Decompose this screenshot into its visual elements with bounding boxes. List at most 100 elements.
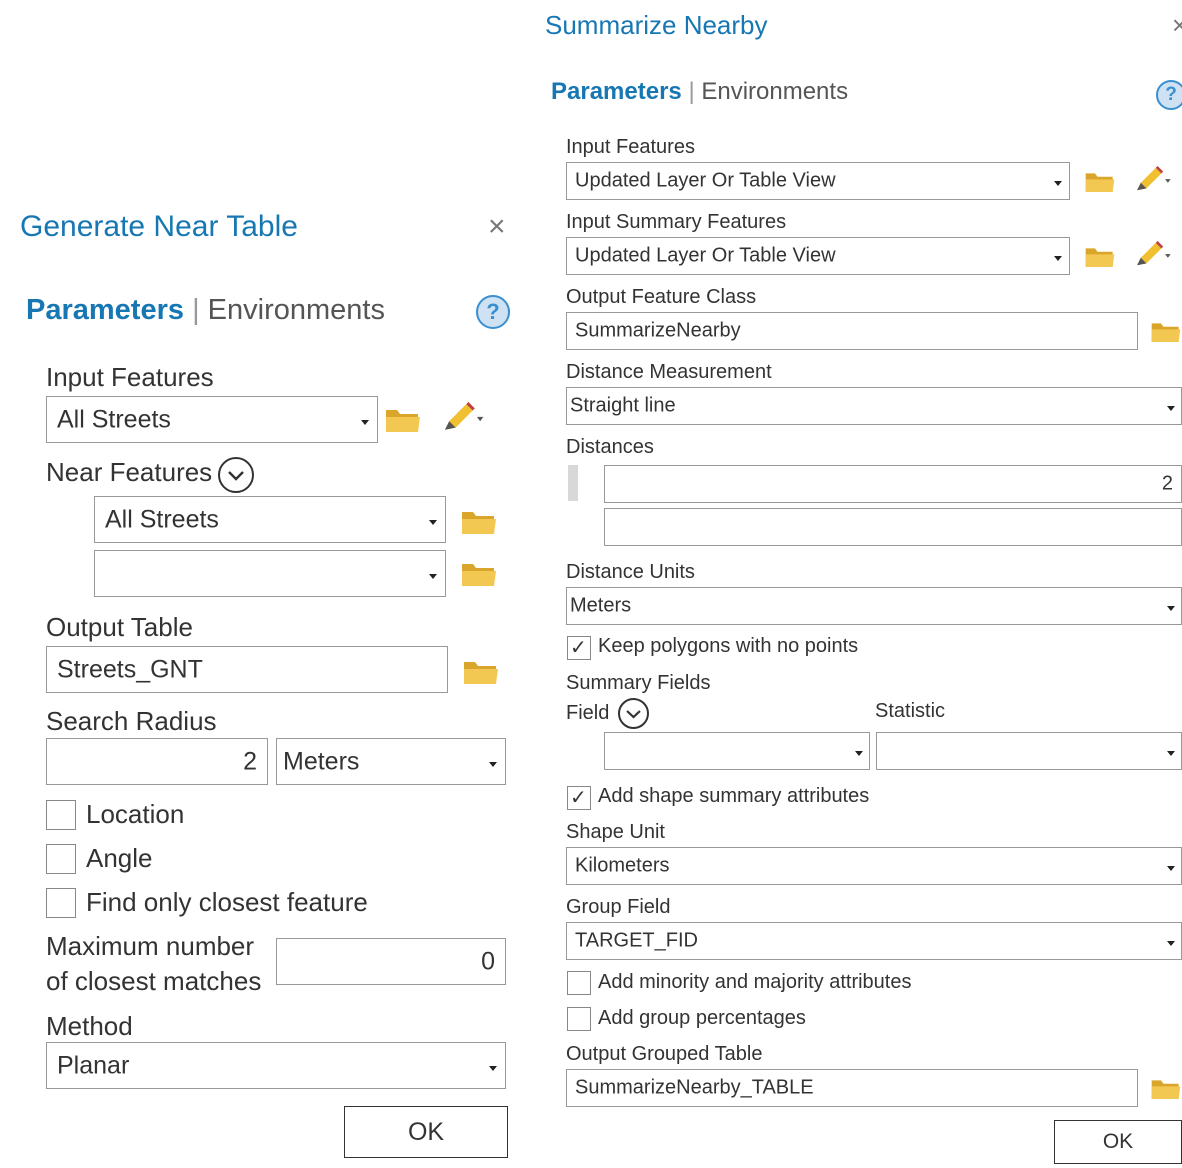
group-field-label: Group Field [566, 896, 671, 918]
output-feature-class-value: SummarizeNearby [575, 319, 741, 342]
distance-measurement-value: Straight line [570, 394, 676, 417]
folder-icon[interactable] [460, 506, 498, 536]
panel-title: Summarize Nearby [545, 10, 768, 40]
search-radius-input[interactable]: 2 [46, 738, 268, 785]
tab-parameters[interactable]: Parameters [26, 294, 184, 326]
tab-separator: | [192, 294, 208, 326]
check-icon: ✓ [570, 637, 587, 659]
shape-unit-dropdown[interactable]: Kilometers [566, 847, 1182, 885]
distance-units-label: Distance Units [566, 561, 695, 583]
input-features-label: Input Features [46, 362, 214, 392]
shape-summary-checkbox[interactable]: ✓ [567, 786, 591, 810]
method-label: Method [46, 1011, 133, 1041]
chevron-down-icon [489, 761, 497, 767]
angle-checkbox[interactable] [46, 844, 76, 874]
search-radius-unit-dropdown[interactable]: Meters [276, 738, 506, 785]
near-features-row-2[interactable] [94, 550, 446, 597]
shape-unit-value: Kilometers [575, 854, 670, 877]
chevron-down-icon [489, 1065, 497, 1071]
chevron-down-icon [1167, 606, 1175, 611]
search-radius-label: Search Radius [46, 706, 217, 736]
distance-row-2[interactable] [604, 508, 1182, 546]
folder-icon[interactable] [1150, 1075, 1182, 1101]
panel-title: Generate Near Table [20, 210, 298, 243]
folder-icon[interactable] [1084, 243, 1116, 269]
group-percentages-label: Add group percentages [598, 1007, 806, 1029]
input-features-dropdown[interactable]: All Streets [46, 396, 378, 443]
distance-measurement-dropdown[interactable]: Straight line [566, 387, 1182, 425]
tab-parameters[interactable]: Parameters [551, 78, 682, 105]
field-dropdown[interactable] [604, 732, 870, 770]
ok-button[interactable]: OK [1054, 1120, 1182, 1164]
angle-label: Angle [86, 843, 153, 873]
location-checkbox[interactable] [46, 800, 76, 830]
chevron-down-icon [1054, 256, 1062, 261]
tab-bar: Parameters | Environments [26, 294, 385, 327]
group-percentages-checkbox[interactable] [567, 1007, 591, 1031]
chevron-down-icon [1167, 941, 1175, 946]
close-icon[interactable]: × [1172, 10, 1182, 41]
folder-icon[interactable] [460, 558, 498, 588]
expand-icon[interactable] [618, 698, 649, 729]
output-feature-class-input[interactable]: SummarizeNearby [566, 312, 1138, 350]
max-matches-label-2: of closest matches [46, 966, 262, 996]
input-features-value: All Streets [57, 405, 171, 433]
generate-near-table-panel: Generate Near Table × Parameters | Envir… [10, 206, 520, 1168]
output-grouped-table-input[interactable]: SummarizeNearby_TABLE [566, 1069, 1138, 1107]
output-table-input[interactable]: Streets_GNT [46, 646, 448, 693]
distance-units-value: Meters [570, 594, 632, 617]
pencil-icon[interactable] [1132, 241, 1172, 269]
input-features-dropdown[interactable]: Updated Layer Or Table View [566, 162, 1070, 200]
pencil-icon[interactable] [1132, 166, 1172, 194]
location-label: Location [86, 799, 185, 829]
output-grouped-table-value: SummarizeNearby_TABLE [575, 1076, 814, 1099]
chevron-down-icon [361, 419, 369, 425]
close-icon[interactable]: × [488, 210, 506, 244]
distance-row-1[interactable]: 2 [604, 465, 1182, 503]
minority-majority-label: Add minority and majority attributes [598, 971, 912, 993]
shape-summary-label: Add shape summary attributes [598, 785, 870, 807]
tab-environments[interactable]: Environments [208, 294, 385, 326]
ok-button[interactable]: OK [344, 1106, 508, 1158]
chevron-down-icon [1054, 181, 1062, 186]
input-features-value: Updated Layer Or Table View [575, 169, 836, 192]
pencil-icon[interactable] [440, 402, 484, 434]
search-radius-unit: Meters [283, 747, 360, 775]
max-matches-value: 0 [481, 947, 495, 975]
search-radius-value: 2 [243, 747, 257, 775]
near-features-label: Near Features [46, 457, 213, 487]
minority-majority-checkbox[interactable] [567, 971, 591, 995]
tab-environments[interactable]: Environments [701, 78, 848, 105]
folder-icon[interactable] [1084, 168, 1116, 194]
check-icon: ✓ [570, 787, 587, 809]
folder-icon[interactable] [384, 404, 422, 434]
input-summary-features-label: Input Summary Features [566, 211, 787, 233]
row-grip[interactable] [568, 465, 578, 501]
closest-feature-checkbox[interactable] [46, 888, 76, 918]
distances-label: Distances [566, 436, 654, 458]
chevron-down-icon [429, 519, 437, 525]
input-summary-features-dropdown[interactable]: Updated Layer Or Table View [566, 237, 1070, 275]
keep-polygons-checkbox[interactable]: ✓ [567, 636, 591, 660]
max-matches-input[interactable]: 0 [276, 938, 506, 985]
folder-icon[interactable] [1150, 318, 1182, 344]
statistic-dropdown[interactable] [876, 732, 1182, 770]
method-value: Planar [57, 1051, 130, 1079]
method-dropdown[interactable]: Planar [46, 1042, 506, 1089]
output-table-label: Output Table [46, 612, 193, 642]
help-icon[interactable]: ? [476, 295, 510, 329]
expand-icon[interactable] [218, 457, 254, 493]
output-feature-class-label: Output Feature Class [566, 286, 757, 308]
distance-units-dropdown[interactable]: Meters [566, 587, 1182, 625]
keep-polygons-label: Keep polygons with no points [598, 635, 859, 657]
help-icon[interactable]: ? [1156, 80, 1182, 110]
input-features-label: Input Features [566, 136, 695, 158]
near-features-row-1[interactable]: All Streets [94, 496, 446, 543]
chevron-down-icon [429, 573, 437, 579]
distance-value: 2 [1161, 472, 1173, 495]
folder-icon[interactable] [462, 656, 500, 686]
summarize-nearby-panel: Summarize Nearby × Parameters | Environm… [536, 0, 1182, 1168]
group-field-dropdown[interactable]: TARGET_FID [566, 922, 1182, 960]
output-grouped-table-label: Output Grouped Table [566, 1043, 763, 1065]
chevron-down-icon [855, 751, 863, 756]
